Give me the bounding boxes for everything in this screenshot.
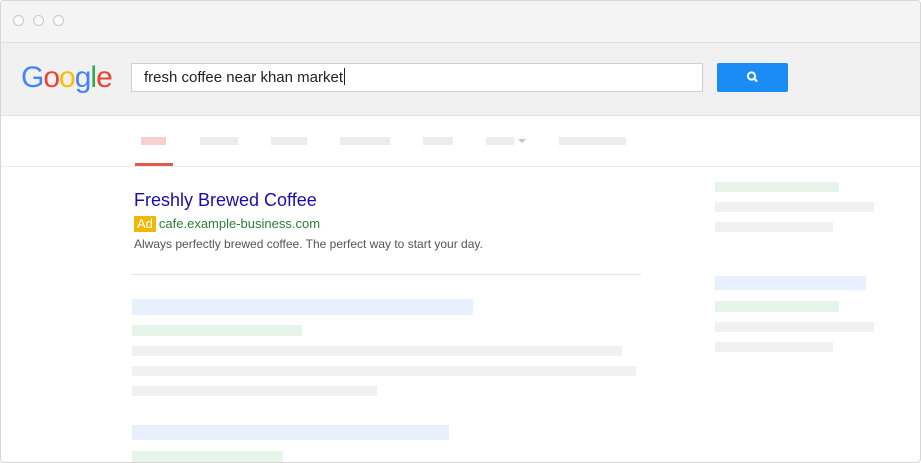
tab-3[interactable] — [271, 137, 307, 145]
tab-5[interactable] — [423, 137, 453, 145]
placeholder-result-snippet — [132, 346, 622, 356]
placeholder-result-snippet — [132, 366, 636, 376]
active-tab-indicator — [135, 163, 173, 166]
placeholder-result-url — [132, 325, 302, 336]
placeholder-side-title — [715, 276, 866, 290]
logo-letter: o — [43, 61, 60, 94]
placeholder-side-line — [715, 322, 874, 332]
tab-2[interactable] — [200, 137, 238, 145]
ad-url-line: Ad cafe.example-business.com — [134, 216, 320, 233]
search-query: fresh coffee near khan market — [144, 69, 343, 86]
tab-4[interactable] — [340, 137, 390, 145]
tab-more[interactable] — [486, 137, 514, 145]
ad-result-title[interactable]: Freshly Brewed Coffee — [134, 190, 317, 211]
text-cursor — [344, 68, 345, 85]
close-window-button[interactable] — [13, 15, 24, 26]
placeholder-result-title — [132, 299, 473, 315]
logo-letter: o — [59, 61, 76, 94]
tab-tools[interactable] — [559, 137, 626, 145]
placeholder-side-line — [715, 202, 874, 212]
ad-description: Always perfectly brewed coffee. The perf… — [134, 237, 483, 251]
browser-window: Google fresh coffee near khan market Fre… — [0, 0, 921, 463]
logo-letter: e — [96, 61, 113, 94]
maximize-window-button[interactable] — [53, 15, 64, 26]
search-header: Google fresh coffee near khan market — [1, 43, 920, 116]
placeholder-side-line — [715, 222, 833, 232]
title-bar — [1, 1, 920, 43]
results-divider — [131, 274, 641, 275]
search-input[interactable]: fresh coffee near khan market — [131, 63, 703, 92]
logo-letter: g — [74, 61, 92, 94]
search-tabs — [1, 116, 920, 167]
placeholder-side-heading — [715, 301, 839, 312]
placeholder-side-heading — [715, 182, 839, 192]
google-logo[interactable]: Google — [21, 61, 113, 95]
ad-display-url[interactable]: cafe.example-business.com — [159, 216, 320, 231]
ad-badge: Ad — [134, 216, 156, 232]
chevron-down-icon — [518, 139, 526, 143]
search-button[interactable] — [717, 63, 788, 92]
tab-all[interactable] — [141, 137, 166, 145]
placeholder-result-url — [132, 451, 283, 462]
search-icon — [746, 71, 758, 83]
logo-letter: G — [21, 61, 44, 94]
placeholder-result-title — [132, 425, 449, 440]
minimize-window-button[interactable] — [33, 15, 44, 26]
placeholder-side-line — [715, 342, 833, 352]
placeholder-result-snippet — [132, 386, 377, 396]
